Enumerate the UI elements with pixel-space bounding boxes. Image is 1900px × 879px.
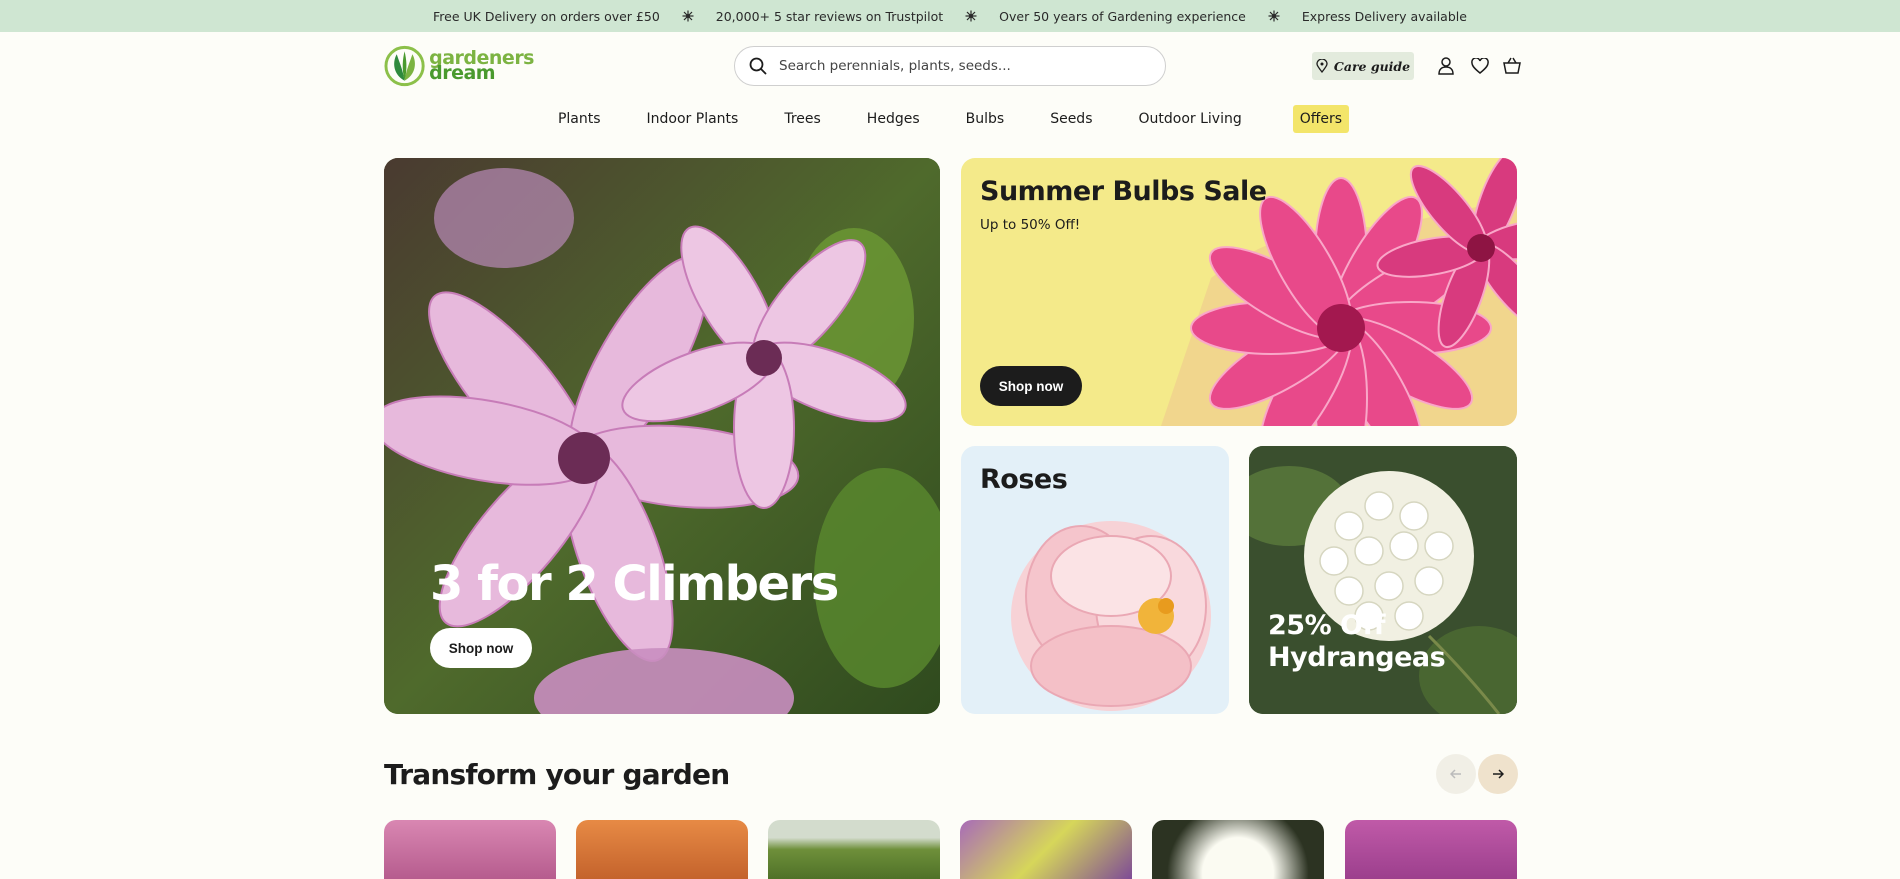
flower-icon [682, 10, 694, 22]
roses-card[interactable]: Roses [961, 446, 1229, 714]
main-nav: Plants Indoor Plants Trees Hedges Bulbs … [0, 104, 1900, 134]
nav-item-offers[interactable]: Offers [1292, 105, 1350, 133]
flower-icon [1268, 10, 1280, 22]
nav-item-seeds[interactable]: Seeds [1043, 105, 1099, 133]
promo-item-experience: Over 50 years of Gardening experience [999, 8, 1246, 24]
hydrangeas-title: 25% Off Hydrangeas [1268, 610, 1446, 673]
carousel-item-white-flower[interactable] [1152, 820, 1324, 879]
logo[interactable]: gardeners dream [384, 44, 534, 88]
nav-item-trees[interactable]: Trees [777, 105, 827, 133]
carousel-item-pink-flowers[interactable] [384, 820, 556, 879]
site-header: gardeners dream Care guide [384, 44, 1521, 88]
promo-bar: Free UK Delivery on orders over £50 20,0… [0, 0, 1900, 32]
promo-item-express: Express Delivery available [1301, 8, 1467, 24]
promo-item-delivery: Free UK Delivery on orders over £50 [433, 8, 660, 24]
hero-title: 3 for 2 Climbers [430, 556, 839, 612]
transform-garden-heading: Transform your garden [384, 758, 730, 791]
arrow-left-icon [1450, 769, 1461, 779]
carousel-item-purple-flowers[interactable] [960, 820, 1132, 879]
account-icon[interactable] [1436, 56, 1456, 76]
flower-icon [965, 10, 977, 22]
logo-leaf-icon [384, 45, 425, 87]
carousel-item-hedge[interactable] [768, 820, 940, 879]
map-pin-icon [1316, 59, 1328, 73]
summer-bulbs-card[interactable]: Summer Bulbs Sale Up to 50% Off! Shop no… [961, 158, 1517, 426]
care-guide-label: Care guide [1333, 58, 1411, 74]
carousel-item-orange-flowers[interactable] [576, 820, 748, 879]
summer-bulbs-shop-now-button[interactable]: Shop now [980, 366, 1082, 406]
basket-icon[interactable] [1502, 56, 1522, 76]
search-input[interactable] [779, 58, 1139, 74]
nav-item-plants[interactable]: Plants [551, 105, 608, 133]
nav-item-outdoor-living[interactable]: Outdoor Living [1131, 105, 1248, 133]
hero-shop-now-button[interactable]: Shop now [430, 628, 532, 668]
search-bar[interactable] [734, 46, 1166, 86]
promo-item-reviews: 20,000+ 5 star reviews on Trustpilot [715, 8, 944, 24]
roses-title: Roses [980, 464, 1068, 495]
nav-item-indoor-plants[interactable]: Indoor Plants [640, 105, 746, 133]
nav-item-bulbs[interactable]: Bulbs [959, 105, 1012, 133]
summer-bulbs-subtitle: Up to 50% Off! [980, 217, 1081, 233]
hero-climbers-card[interactable]: 3 for 2 Climbers Shop now [384, 158, 940, 714]
arrow-right-icon [1493, 769, 1504, 779]
hydrangeas-card[interactable]: 25% Off Hydrangeas [1249, 446, 1517, 714]
carousel-next-button[interactable] [1478, 754, 1518, 794]
nav-item-hedges[interactable]: Hedges [860, 105, 927, 133]
care-guide-button[interactable]: Care guide [1312, 52, 1414, 80]
summer-bulbs-title: Summer Bulbs Sale [980, 176, 1267, 207]
search-icon [749, 57, 767, 75]
carousel-prev-button[interactable] [1436, 754, 1476, 794]
carousel-item-magenta-flowers[interactable] [1345, 820, 1517, 879]
wishlist-heart-icon[interactable] [1470, 56, 1490, 76]
